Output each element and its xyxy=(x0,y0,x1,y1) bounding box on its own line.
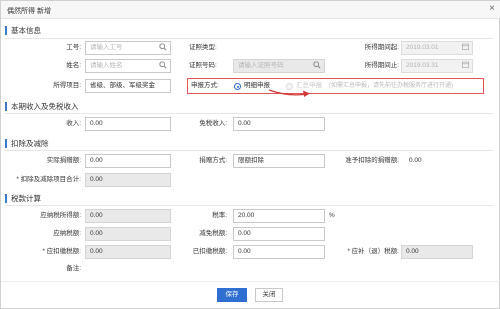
period-start-field: 2019.03.01 xyxy=(401,41,473,55)
id-number-input[interactable]: 请输入证照号码 xyxy=(233,59,325,73)
name-input[interactable]: 请输入姓名 xyxy=(85,59,171,73)
report-mode-label: 申报方式: xyxy=(191,82,219,89)
income-label: 收入: xyxy=(66,120,81,127)
annotation-arrow-icon xyxy=(268,89,310,97)
close-icon[interactable]: × xyxy=(489,4,495,14)
allowed-donation-value: 0.00 xyxy=(409,157,422,164)
close-button[interactable]: 关闭 xyxy=(255,288,283,302)
name-label: 姓名: xyxy=(66,62,81,69)
income-item-field[interactable]: 省级、部级、军级奖金 xyxy=(85,79,171,93)
period-end-label: 所得期间止: xyxy=(364,62,399,69)
exempt-income-label: 免税收入: xyxy=(199,120,227,127)
actual-donation-label: 实际捐赠额: xyxy=(46,157,81,164)
donation-method-select[interactable]: 限额扣除 xyxy=(233,154,325,168)
id-number-label: 证照号码: xyxy=(189,62,217,69)
dialog-titlebar: 偶然所得 新增 × xyxy=(1,1,500,19)
section-basic-info: 基本信息 xyxy=(5,26,41,35)
period-start-label: 所得期间起: xyxy=(364,44,399,51)
already-withheld-input[interactable]: 0.00 xyxy=(233,245,325,259)
search-icon[interactable] xyxy=(313,61,321,72)
tax-payable-label: 应纳税额: xyxy=(53,230,81,237)
actual-donation-input[interactable]: 0.00 xyxy=(85,154,171,168)
employee-id-input[interactable]: 请输入工号 xyxy=(85,41,171,55)
already-withheld-label: 已扣缴税额: xyxy=(192,248,227,255)
tax-relief-input[interactable]: 0.00 xyxy=(233,227,325,241)
deduction-total-field: 0.00 xyxy=(85,173,171,187)
income-item-label: 所得项目: xyxy=(53,82,81,89)
id-type-label: 证照类型: xyxy=(189,44,217,51)
tax-rate-input[interactable]: 20.00 xyxy=(233,209,325,223)
allowed-donation-label: 准予扣除的捐赠额: xyxy=(345,157,399,164)
search-icon[interactable] xyxy=(159,61,167,72)
section-divider xyxy=(5,113,493,114)
section-deduction: 扣除及减除 xyxy=(5,139,49,148)
period-end-field: 2019.03.31 xyxy=(401,59,473,73)
tax-refund-field: 0.00 xyxy=(401,245,473,259)
income-input[interactable]: 0.00 xyxy=(85,117,171,131)
footer-divider xyxy=(1,281,500,282)
tax-payable-field: 0.00 xyxy=(85,227,171,241)
report-mode-detail-radio[interactable] xyxy=(234,83,241,90)
section-income: 本期收入及免税收入 xyxy=(5,102,79,111)
tax-relief-label: 减免税额: xyxy=(199,230,227,237)
report-mode-hint: (如需汇总申报，请先前往办税服务厅进行开通) xyxy=(329,83,453,89)
tax-rate-label: 税率: xyxy=(212,212,227,219)
save-button[interactable]: 保存 xyxy=(217,288,247,302)
donation-method-label: 捐赠方式: xyxy=(199,157,227,164)
tax-withheld-field: 0.00 xyxy=(85,245,171,259)
remark-label: 备注: xyxy=(66,265,81,272)
taxable-income-field: 0.00 xyxy=(85,209,171,223)
taxable-income-label: 应纳税所得额: xyxy=(40,212,81,219)
deduction-total-label: * 扣除及减除项目合计: xyxy=(16,176,81,183)
employee-id-label: 工号: xyxy=(66,44,81,51)
calendar-icon xyxy=(462,61,469,71)
tax-refund-label: * 应补（退）税额: xyxy=(347,248,399,255)
exempt-income-input[interactable]: 0.00 xyxy=(233,117,325,131)
search-icon[interactable] xyxy=(159,43,167,54)
section-divider xyxy=(5,205,493,206)
tax-rate-unit: % xyxy=(329,212,335,219)
dialog: 偶然所得 新增 × 基本信息 工号: 请输入工号 证照类型: 所得期间起: 20… xyxy=(0,0,500,309)
section-divider xyxy=(5,38,493,39)
section-divider xyxy=(5,150,493,151)
calendar-icon xyxy=(462,43,469,53)
tax-withheld-label: * 应扣缴税额: xyxy=(42,248,81,255)
section-tax: 税款计算 xyxy=(5,194,41,203)
dialog-title: 偶然所得 新增 xyxy=(7,8,51,15)
